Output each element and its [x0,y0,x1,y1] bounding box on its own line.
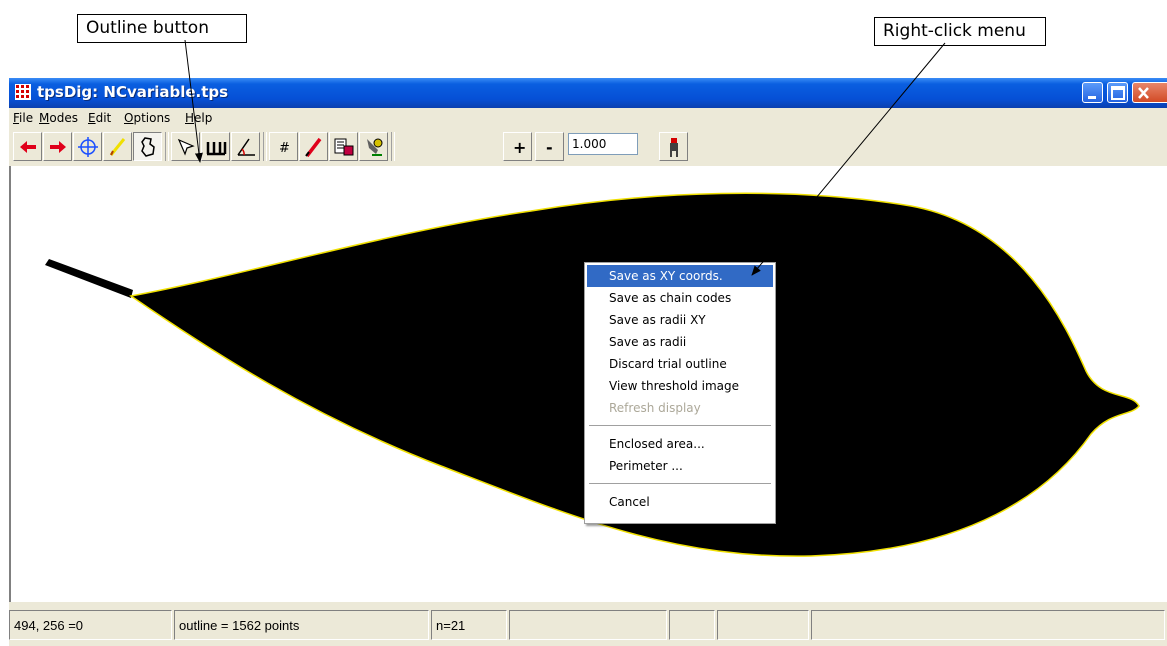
toolbar-separator [165,132,169,161]
close-icon [1138,87,1149,99]
callout-right-click-menu: Right-click menu [874,17,1046,46]
toolbar-separator [391,132,395,161]
prev-image-button[interactable] [13,132,42,161]
menu-refresh-display: Refresh display [609,401,701,415]
hash-icon: # [279,141,290,156]
arrow-right-icon [50,141,66,153]
menu-separator [589,483,771,484]
figure-icon [670,138,678,157]
measure-button[interactable] [201,132,230,161]
outline-button[interactable] [133,132,162,161]
toolbar: # + - [9,128,1167,166]
ruler-icon [206,142,227,156]
draw-curve-button[interactable] [103,132,132,161]
landmark-button[interactable] [73,132,102,161]
menu-options[interactable]: Options [124,111,170,125]
menu-modes[interactable]: Modes [39,111,78,125]
pointer-icon [177,138,195,156]
menu-help[interactable]: Help [185,111,212,125]
maximize-icon [1111,86,1125,100]
tool-icon [367,138,383,156]
menu-perimeter[interactable]: Perimeter ... [587,455,773,477]
number-button[interactable]: # [269,132,298,161]
minus-label: - [546,138,553,157]
menu-save-radii[interactable]: Save as radii [587,331,773,353]
minus-icon: - [546,138,553,157]
zoom-out-button[interactable]: - [535,132,564,161]
menu-separator [589,425,771,426]
menu-enclosed-area[interactable]: Enclosed area... [587,433,773,455]
angle-icon [237,138,255,156]
arrow-left-icon [20,141,36,153]
angle-button[interactable] [231,132,260,161]
menu-edit[interactable]: Edit [88,111,111,125]
close-button[interactable] [1132,82,1167,103]
toolbar-separator [263,132,267,161]
app-window: tpsDig: NCvariable.tps File Modes Edit O… [9,78,1167,646]
menu-save-radii-xy[interactable]: Save as radii XY [587,309,773,331]
minimize-icon [1088,96,1096,99]
status-outline-points: outline = 1562 points [174,610,429,640]
status-cell [669,610,715,640]
status-specimen-count: n=21 [431,610,507,640]
status-cell [717,610,809,640]
outline-icon [141,137,155,157]
status-cell [811,610,1165,640]
status-cell [509,610,667,640]
zoom-input[interactable] [568,133,638,155]
save-icon [334,138,354,156]
menu-discard-trial-outline[interactable]: Discard trial outline [587,353,773,375]
save-data-button[interactable] [329,132,358,161]
status-bar: 494, 256 =0 outline = 1562 points n=21 [9,602,1167,646]
menu-bar: File Modes Edit Options Help [9,108,1167,128]
select-button[interactable] [171,132,200,161]
crosshair-icon [78,137,98,157]
minimize-button[interactable] [1082,82,1103,103]
brush-button[interactable] [299,132,328,161]
maximize-button[interactable] [1107,82,1128,103]
hash-label: # [279,141,290,156]
red-brush-icon [305,137,322,158]
app-grid-icon [15,84,31,100]
zoom-in-button[interactable]: + [503,132,532,161]
next-image-button[interactable] [43,132,72,161]
menu-view-threshold-image[interactable]: View threshold image [587,375,773,397]
pencil-icon [109,138,126,156]
menu-cancel[interactable]: Cancel [587,491,773,513]
title-bar[interactable]: tpsDig: NCvariable.tps [9,78,1167,108]
window-title: tpsDig: NCvariable.tps [37,83,229,101]
context-menu: Save as XY coords. Save as chain codes S… [584,262,776,524]
plus-label: + [513,138,526,157]
callout-outline-button: Outline button [77,14,247,43]
figure-button[interactable] [659,132,688,161]
options-tool-button[interactable] [359,132,388,161]
menu-file[interactable]: File [13,111,33,125]
menu-save-xy-coords[interactable]: Save as XY coords. [587,265,773,287]
status-coordinates: 494, 256 =0 [9,610,172,640]
plus-icon: + [513,138,526,157]
menu-save-chain-codes[interactable]: Save as chain codes [587,287,773,309]
